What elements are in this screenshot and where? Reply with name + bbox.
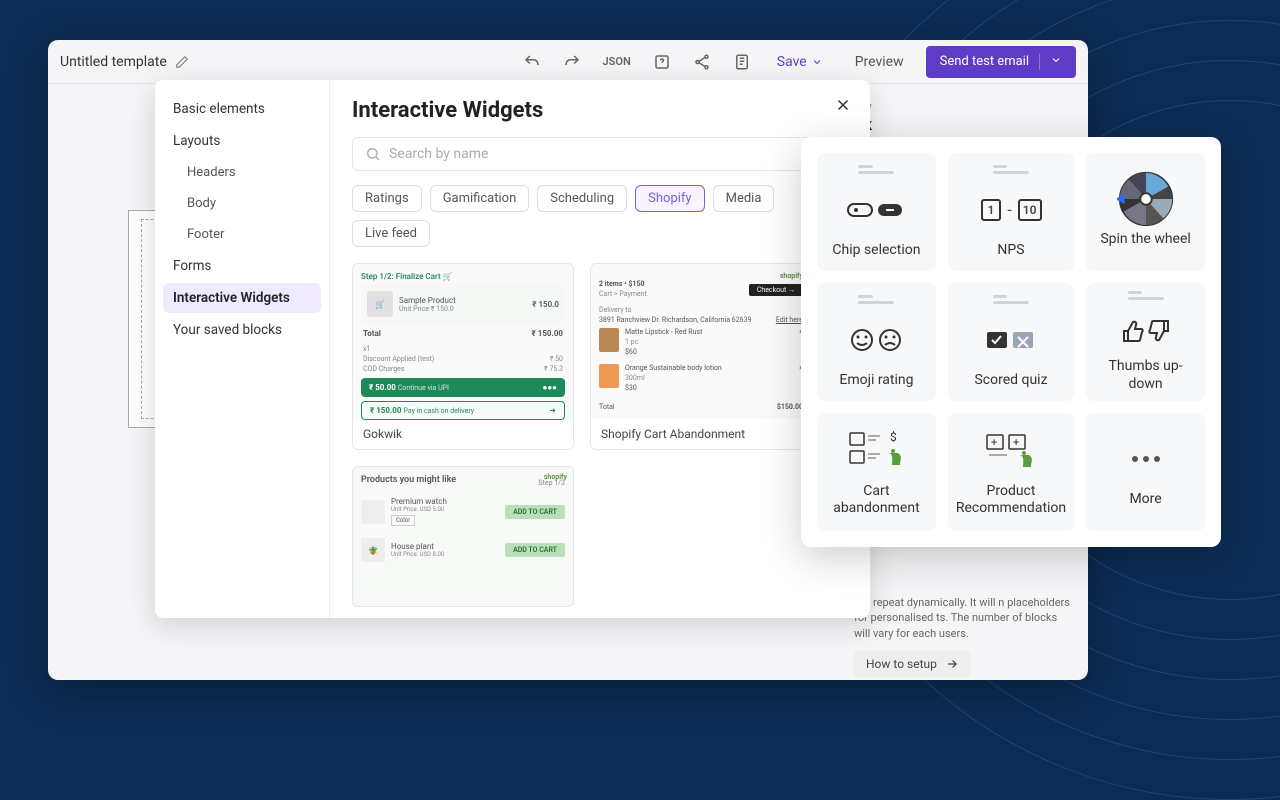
help-icon[interactable] [653,53,671,71]
panel-description: will repeat dynamically. It will n place… [854,595,1072,641]
chevron-down-icon [811,56,823,68]
card-preview: shopify 2 items • $150Cart > Payment Che… [591,264,811,419]
card-preview: Step 1/2: Finalize Cart 🛒 🛒 Sample Produ… [353,264,573,419]
modal-sidebar: Basic elements Layouts Headers Body Foot… [155,80,330,618]
widget-scored-quiz[interactable]: Scored quiz [948,283,1074,401]
save-button[interactable]: Save [767,48,833,76]
widget-thumbs-up-down[interactable]: Thumbs up-down [1086,283,1205,401]
widget-more[interactable]: More [1086,413,1205,531]
send-label: Send test email [940,54,1029,69]
redo-icon[interactable] [563,53,581,71]
product-rec-icon: ++ [981,427,1041,475]
filter-media[interactable]: Media [713,185,775,212]
card-shopify-product-recommendation[interactable]: shopify Products you might likeStep 1/3 … [352,466,574,607]
sidebar-item-footer[interactable]: Footer [163,220,321,249]
chip-icon [846,186,906,234]
widget-product-recommendation[interactable]: ++ Product Recommendation [948,413,1074,531]
filter-gamification[interactable]: Gamification [430,185,530,212]
emoji-icon [848,316,904,364]
widget-nps[interactable]: 1 - 10 NPS [948,153,1074,271]
template-title[interactable]: Untitled template [60,54,167,70]
edit-title-icon[interactable] [175,55,189,69]
more-icon [1131,435,1161,483]
card-preview: shopify Products you might likeStep 1/3 … [353,467,573,606]
widget-emoji-rating[interactable]: Emoji rating [817,283,936,401]
search-icon [365,146,381,162]
filter-ratings[interactable]: Ratings [352,185,422,212]
svg-text:+: + [991,436,997,449]
filter-shopify[interactable]: Shopify [635,185,704,212]
modal-main: Interactive Widgets Ratings Gamification… [330,80,870,618]
thumbs-icon [1118,312,1174,350]
sidebar-item-body[interactable]: Body [163,189,321,218]
filter-pills: Ratings Gamification Scheduling Shopify … [352,185,848,247]
chevron-down-icon [1050,54,1062,66]
json-button[interactable]: JSON [603,55,631,68]
card-gokwik[interactable]: Step 1/2: Finalize Cart 🛒 🛒 Sample Produ… [352,263,574,450]
share-icon[interactable] [693,53,711,71]
sidebar-item-forms[interactable]: Forms [163,251,321,281]
undo-icon[interactable] [523,53,541,71]
widget-spin-the-wheel[interactable]: Spin the wheel [1086,153,1205,271]
sidebar-item-layouts[interactable]: Layouts [163,126,321,156]
notes-icon[interactable] [733,53,751,71]
filter-scheduling[interactable]: Scheduling [537,185,627,212]
widget-cart-abandonment[interactable]: $ Cart abandonment [817,413,936,531]
arrow-right-icon [945,657,959,671]
widget-cards: Step 1/2: Finalize Cart 🛒 🛒 Sample Produ… [352,263,848,607]
sidebar-item-saved-blocks[interactable]: Your saved blocks [163,315,321,345]
nps-icon: 1 - 10 [981,186,1042,234]
close-icon [834,96,852,114]
sidebar-item-headers[interactable]: Headers [163,158,321,187]
filter-live-feed[interactable]: Live feed [352,220,430,247]
breadcrumb: ody [854,100,1072,113]
widget-chip-selection[interactable]: Chip selection [817,153,936,271]
widget-picker-panel: Chip selection 1 - 10 NPS Spin the wheel… [801,137,1221,547]
card-label: Shopify Cart Abandonment [591,419,811,449]
save-label: Save [777,54,807,70]
cart-abandon-icon: $ [846,427,906,475]
topbar: Untitled template JSON Save Preview Send… [48,40,1088,84]
modal-title: Interactive Widgets [352,98,848,123]
how-to-setup-button[interactable]: How to setup [854,651,971,677]
close-button[interactable] [834,96,852,118]
svg-text:$: $ [890,430,897,444]
sidebar-item-basic-elements[interactable]: Basic elements [163,94,321,124]
widgets-modal: Basic elements Layouts Headers Body Foot… [155,80,870,618]
svg-text:+: + [1013,436,1019,449]
cart-icon: 🛒 [367,291,393,317]
send-test-email-button[interactable]: Send test email [926,46,1076,78]
sidebar-item-interactive-widgets[interactable]: Interactive Widgets [163,283,321,313]
search-input[interactable] [389,146,835,162]
card-label: Gokwik [353,419,573,449]
wheel-icon [1117,175,1175,223]
panel-heading: ck [854,115,1072,135]
quiz-icon [985,316,1037,364]
search-input-wrap[interactable] [352,137,848,171]
card-shopify-cart-abandonment[interactable]: shopify 2 items • $150Cart > Payment Che… [590,263,812,450]
card-label: Shopify Product Recommendation [353,606,573,607]
preview-button[interactable]: Preview [845,48,914,76]
